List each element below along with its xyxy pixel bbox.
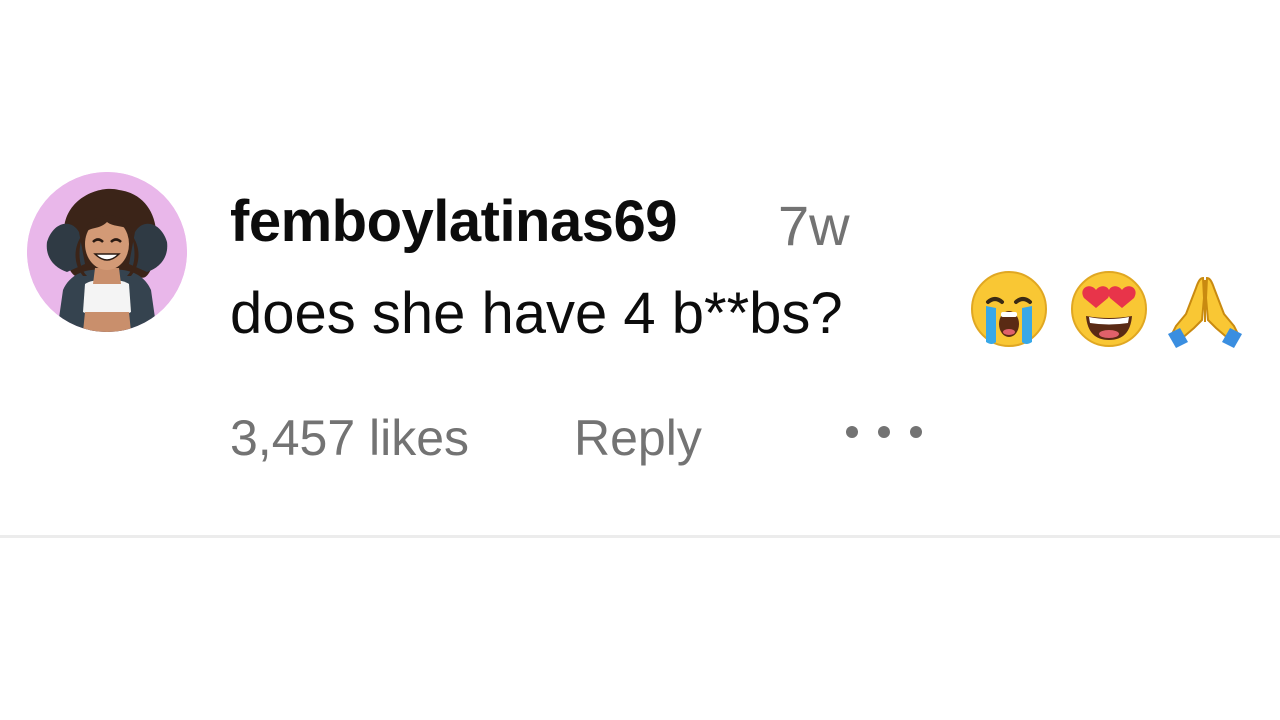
more-horizontal-icon — [846, 426, 922, 438]
folded-hands-emoji — [1164, 268, 1246, 350]
username[interactable]: femboylatinas69 — [230, 186, 678, 258]
reply-button[interactable]: Reply — [574, 406, 702, 470]
avatar[interactable] — [27, 172, 187, 332]
likes-count[interactable]: 3,457 likes — [230, 406, 469, 470]
avatar-illustration — [27, 172, 187, 332]
more-options-button[interactable] — [838, 412, 930, 452]
comment-text: does she have 4 b**bs? — [230, 281, 843, 346]
divider — [0, 535, 1280, 538]
heart-eyes-emoji — [1068, 268, 1150, 350]
timestamp[interactable]: 7w — [778, 190, 850, 262]
comment-item: femboylatinas69 7w does she have 4 b**bs… — [0, 0, 1280, 536]
loudly-crying-face-emoji — [968, 268, 1050, 350]
